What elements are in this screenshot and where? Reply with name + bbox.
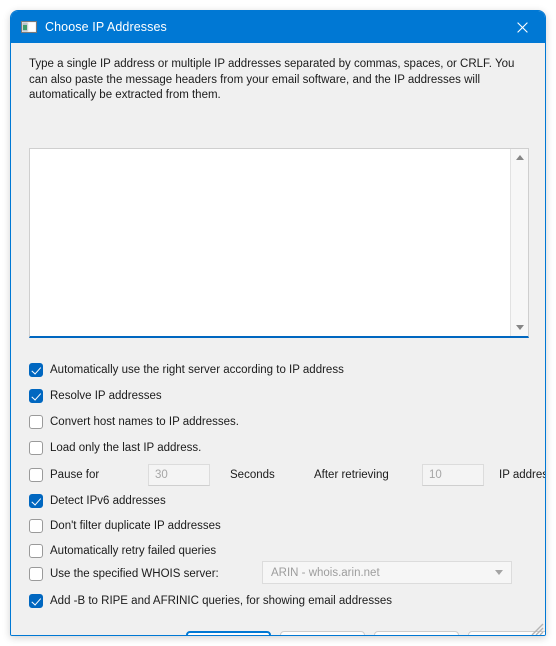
- checkbox-label-convert-hostnames: Convert host names to IP addresses.: [50, 416, 239, 428]
- whois-server-select[interactable]: ARIN - whois.arin.net: [262, 561, 512, 584]
- window-title: Choose IP Addresses: [45, 20, 167, 34]
- clear-button[interactable]: Clear: [374, 631, 459, 635]
- dialog-body: Type a single IP address or multiple IP …: [11, 43, 545, 635]
- checkbox-convert-hostnames[interactable]: [29, 415, 43, 429]
- checkbox-no-filter-duplicates[interactable]: [29, 519, 43, 533]
- retrieve-count-input[interactable]: [422, 464, 484, 486]
- checkbox-label-auto-server: Automatically use the right server accor…: [50, 364, 344, 376]
- checkbox-label-pause-for: Pause for: [50, 469, 100, 481]
- dialog-button-row: OK Cancel Clear Paste: [186, 631, 545, 635]
- title-bar: Choose IP Addresses: [11, 11, 545, 43]
- checkbox-load-last-ip[interactable]: [29, 441, 43, 455]
- pause-for-row: Pause for Seconds After retrieving IP ad…: [29, 464, 545, 486]
- checkbox-label-auto-retry: Automatically retry failed queries: [50, 545, 217, 557]
- checkbox-row-no-filter-duplicates[interactable]: Don't filter duplicate IP addresses: [29, 517, 221, 535]
- scroll-down-arrow-icon[interactable]: [511, 319, 528, 336]
- after-retrieving-label: After retrieving: [314, 469, 389, 481]
- ip-address-input-container: [29, 148, 529, 338]
- whois-server-selected-value: ARIN - whois.arin.net: [271, 566, 380, 579]
- resize-grip-icon[interactable]: [528, 620, 544, 635]
- checkbox-pause-for[interactable]: [29, 468, 43, 482]
- cancel-button[interactable]: Cancel: [280, 631, 365, 635]
- checkbox-row-resolve-ip[interactable]: Resolve IP addresses: [29, 387, 162, 405]
- pause-seconds-input[interactable]: [148, 464, 210, 486]
- chevron-down-icon: [495, 570, 503, 575]
- app-window-icon: [21, 19, 37, 35]
- checkbox-auto-retry[interactable]: [29, 544, 43, 558]
- checkbox-row-convert-hostnames[interactable]: Convert host names to IP addresses.: [29, 413, 239, 431]
- checkbox-label-use-whois-server: Use the specified WHOIS server:: [50, 568, 219, 580]
- checkbox-row-load-last-ip[interactable]: Load only the last IP address.: [29, 439, 201, 457]
- scroll-up-arrow-icon[interactable]: [511, 149, 528, 166]
- checkbox-resolve-ip[interactable]: [29, 389, 43, 403]
- checkbox-auto-server[interactable]: [29, 363, 43, 377]
- checkbox-row-detect-ipv6[interactable]: Detect IPv6 addresses: [29, 492, 166, 510]
- checkbox-label-load-last-ip: Load only the last IP address.: [50, 442, 202, 454]
- ip-input-scrollbar[interactable]: [510, 149, 528, 336]
- checkbox-label-no-filter-duplicates: Don't filter duplicate IP addresses: [50, 520, 221, 532]
- choose-ip-addresses-dialog: Choose IP Addresses Type a single IP add…: [10, 10, 546, 636]
- description-text: Type a single IP address or multiple IP …: [29, 58, 515, 101]
- checkbox-detect-ipv6[interactable]: [29, 494, 43, 508]
- checkbox-label-detect-ipv6: Detect IPv6 addresses: [50, 495, 166, 507]
- checkbox-row-add-b-flag[interactable]: Add -B to RIPE and AFRINIC queries, for …: [29, 592, 392, 610]
- checkbox-use-whois-server[interactable]: [29, 567, 43, 581]
- close-icon[interactable]: [499, 11, 545, 43]
- seconds-label: Seconds: [230, 469, 275, 481]
- checkbox-row-auto-server[interactable]: Automatically use the right server accor…: [29, 361, 344, 379]
- checkbox-label-resolve-ip: Resolve IP addresses: [50, 390, 162, 402]
- ip-addresses-label: IP addresses: [499, 469, 545, 481]
- ok-button[interactable]: OK: [186, 631, 271, 635]
- checkbox-add-b-flag[interactable]: [29, 594, 43, 608]
- ip-address-input[interactable]: [30, 149, 510, 336]
- checkbox-label-add-b-flag: Add -B to RIPE and AFRINIC queries, for …: [50, 595, 392, 607]
- checkbox-row-auto-retry[interactable]: Automatically retry failed queries: [29, 542, 216, 560]
- checkbox-row-use-whois-server[interactable]: Use the specified WHOIS server:: [29, 565, 219, 583]
